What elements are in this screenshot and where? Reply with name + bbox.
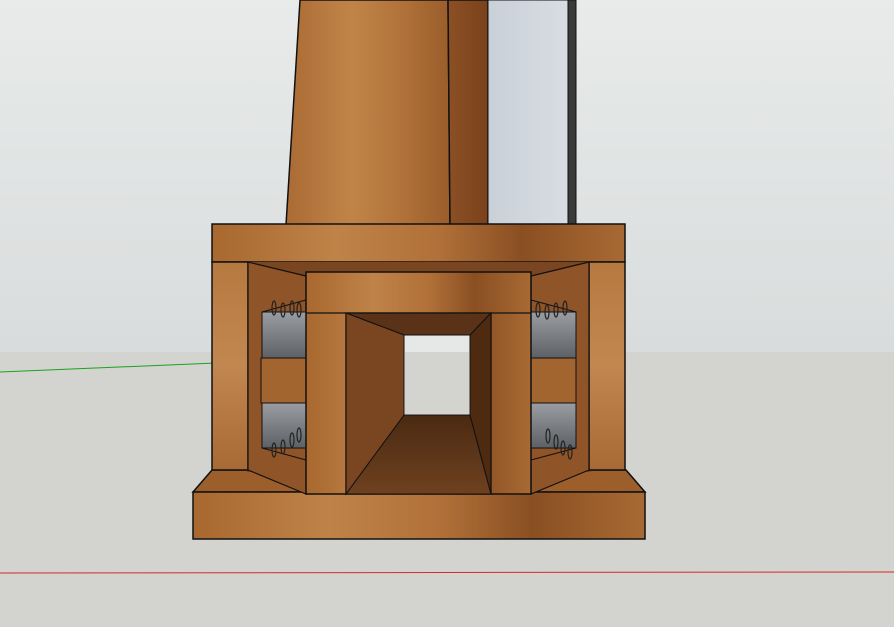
top-beam[interactable] [211,223,626,263]
glass-panel[interactable] [487,0,577,226]
model-scene[interactable] [0,0,894,627]
upright-post[interactable] [285,0,489,226]
right-side-block[interactable] [530,261,626,495]
left-side-block[interactable] [211,261,307,495]
box-beam-opening-ground [405,352,469,414]
center-box-beam[interactable] [305,271,532,496]
3d-viewport[interactable] [0,0,894,627]
